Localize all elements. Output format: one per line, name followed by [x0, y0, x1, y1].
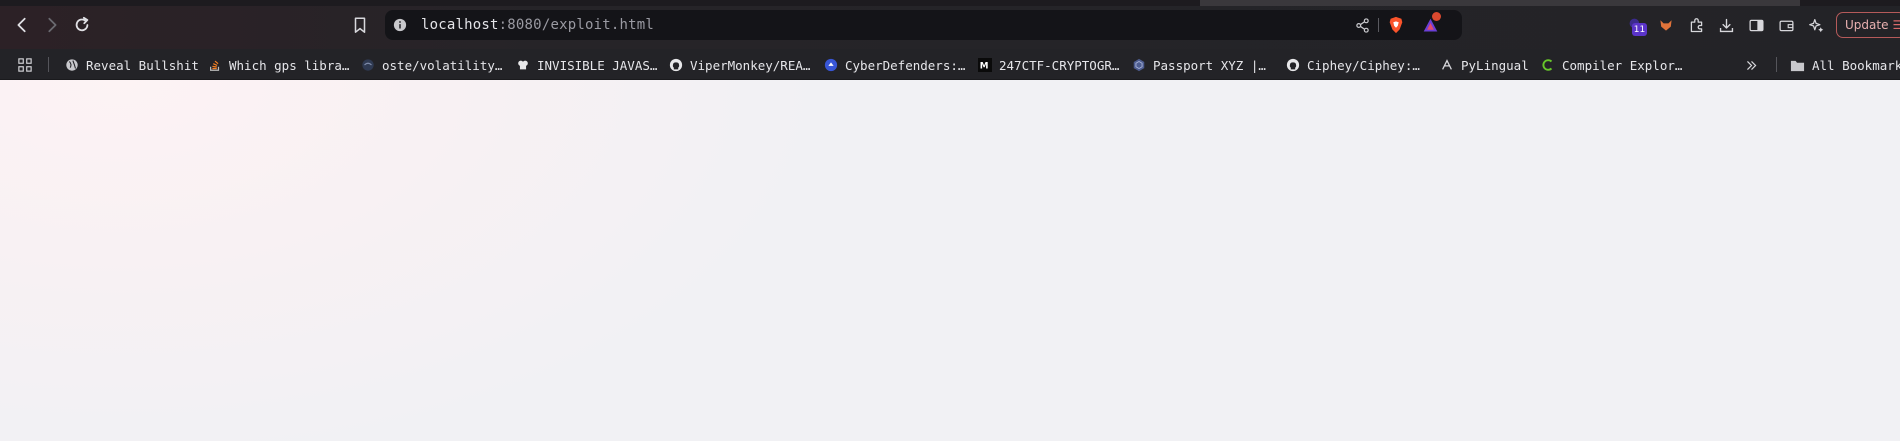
- update-button[interactable]: Update ☰: [1836, 12, 1900, 38]
- pylingual-icon: [1439, 58, 1454, 73]
- bookmark-which-gps-libra[interactable]: Which gps libra…: [207, 56, 349, 74]
- bookmark-ciphey[interactable]: Ciphey/Ciphey:…: [1285, 56, 1420, 74]
- github-icon: [668, 58, 683, 73]
- bookmark-247ctf-cryptogr[interactable]: M 247CTF-CRYPTOGR…: [977, 56, 1119, 74]
- compiler-explorer-icon: [1540, 58, 1555, 73]
- github-icon: [1285, 58, 1300, 73]
- leo-ai-icon[interactable]: [1806, 15, 1826, 35]
- more-bookmarks-chevron-icon[interactable]: [1743, 57, 1759, 73]
- page-content: [0, 80, 1900, 441]
- brave-shields-icon[interactable]: [1386, 15, 1406, 35]
- forward-icon[interactable]: [40, 13, 64, 37]
- cyberdefenders-icon: [823, 58, 838, 73]
- bookmark-page-icon[interactable]: [348, 13, 372, 37]
- bookmark-compiler-explorer[interactable]: Compiler Explor…: [1540, 56, 1682, 74]
- download-icon[interactable]: [1716, 15, 1736, 35]
- url-text[interactable]: localhost:8080/exploit.html: [421, 17, 654, 33]
- wallet-icon[interactable]: [1776, 15, 1796, 35]
- fox-extension-icon[interactable]: [1656, 15, 1676, 35]
- passport-icon: [1131, 58, 1146, 73]
- extension-icon[interactable]: 11: [1626, 14, 1647, 36]
- medium-icon: M: [977, 58, 992, 73]
- bookmark-pylingual[interactable]: PyLingual: [1439, 56, 1529, 74]
- stackoverflow-icon: [207, 58, 222, 73]
- sidebar-icon[interactable]: [1746, 15, 1766, 35]
- address-bar[interactable]: localhost:8080/exploit.html: [385, 10, 1462, 40]
- bookmark-reveal-bullshit[interactable]: Reveal Bullshit: [64, 56, 199, 74]
- apps-grid-icon[interactable]: [17, 57, 33, 73]
- bookmark-vipermonkey[interactable]: ViperMonkey/REA…: [668, 56, 810, 74]
- extensions-puzzle-icon[interactable]: [1686, 15, 1706, 35]
- bookmarks-bar: Reveal Bullshit Which gps libra… oste/vo…: [0, 49, 1900, 80]
- bookmark-cyberdefenders[interactable]: CyberDefenders:…: [823, 56, 965, 74]
- site-info-icon[interactable]: [391, 16, 409, 34]
- back-icon[interactable]: [10, 13, 34, 37]
- all-bookmarks-folder[interactable]: All Bookmarks: [1790, 56, 1900, 74]
- share-icon[interactable]: [1353, 16, 1371, 34]
- bookmark-passport-xyz[interactable]: Passport XYZ |…: [1131, 56, 1266, 74]
- brave-rewards-icon[interactable]: [1420, 12, 1441, 35]
- browser-toolbar: localhost:8080/exploit.html 11 Update ☰: [0, 0, 1900, 49]
- reload-icon[interactable]: [70, 13, 94, 37]
- bookmark-oste-volatility[interactable]: oste/volatility…: [360, 56, 502, 74]
- folder-icon: [1790, 58, 1805, 73]
- globe-icon: [64, 58, 79, 73]
- chef-icon: [515, 58, 530, 73]
- volatility-icon: [360, 58, 375, 73]
- svg-text:M: M: [979, 62, 988, 72]
- bookmark-invisible-javas[interactable]: INVISIBLE JAVAS…: [515, 56, 657, 74]
